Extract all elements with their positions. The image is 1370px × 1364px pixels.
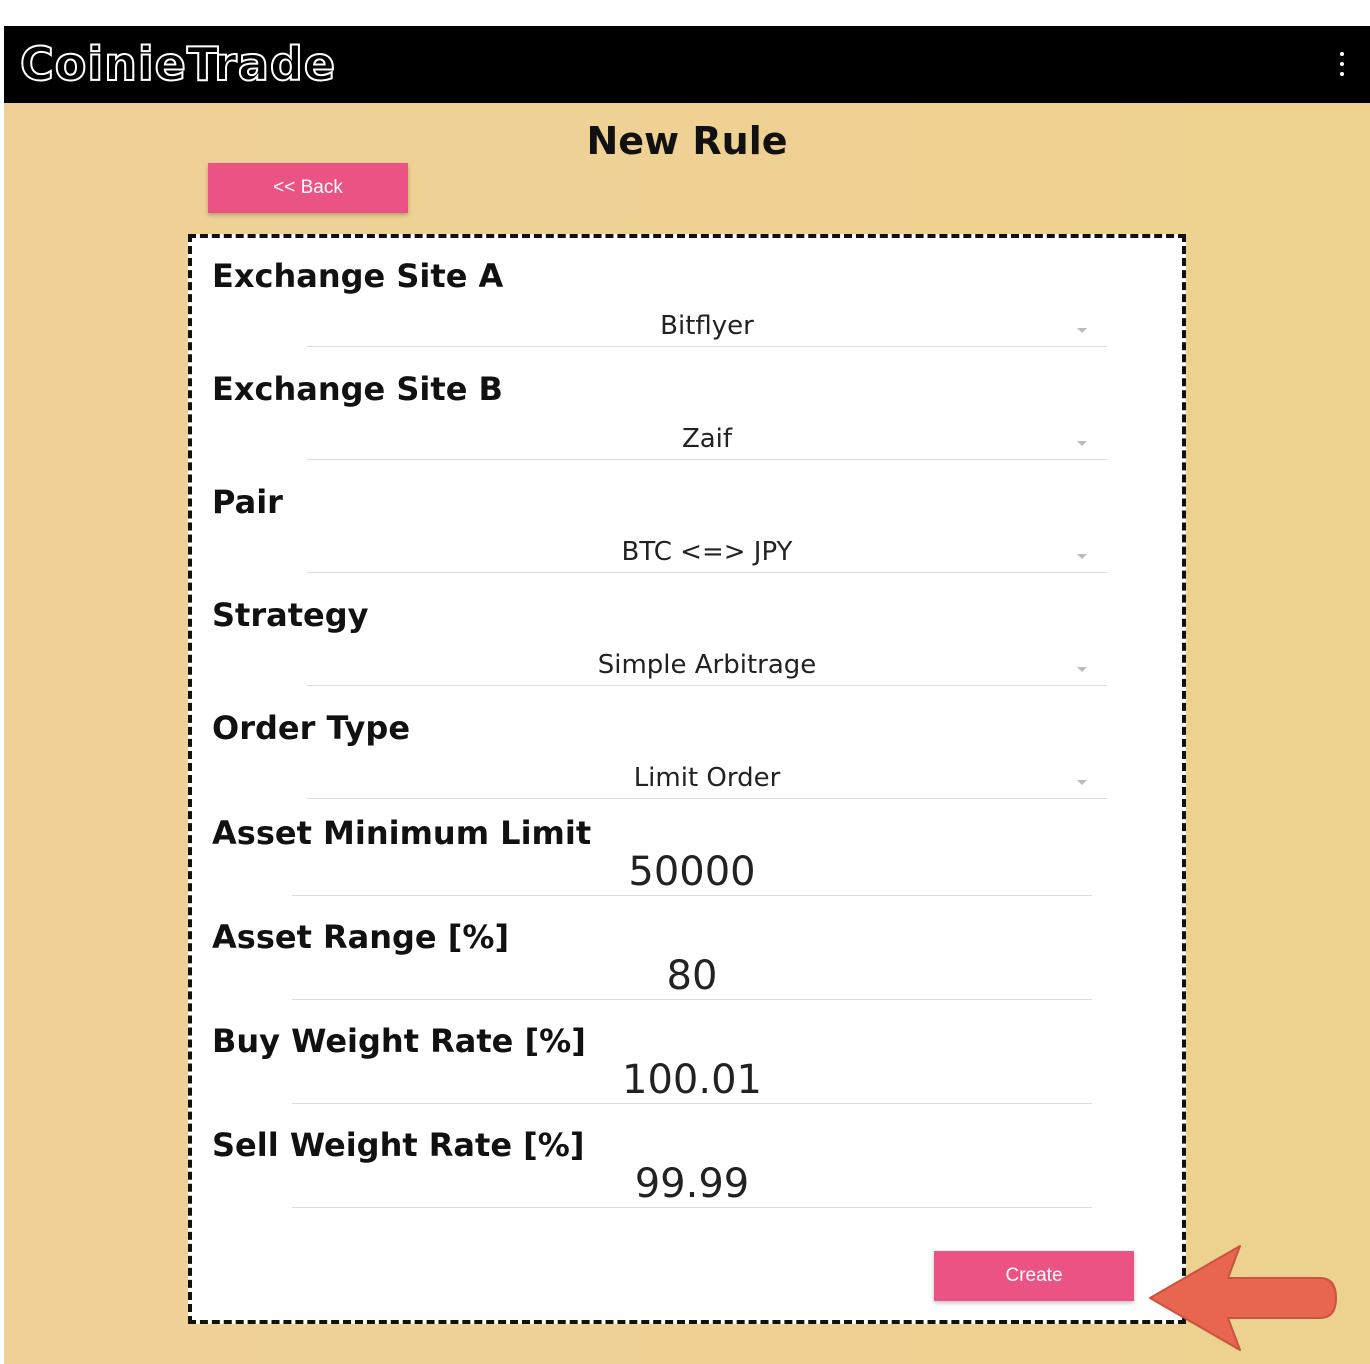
page-title: New Rule [586,119,788,163]
exchange-site-b-value: Zaif [681,424,733,454]
dropdown-caret-icon [1077,667,1087,672]
sell-weight-rate-input[interactable] [292,1161,1092,1208]
exchange-site-b-select[interactable]: Zaif [307,419,1107,460]
asset-minimum-limit-input[interactable] [292,849,1092,896]
rule-form: Exchange Site A Bitflyer Exchange Site B… [188,234,1186,1324]
exchange-site-b-label: Exchange Site B [212,370,503,408]
dropdown-caret-icon [1077,328,1087,333]
pair-select[interactable]: BTC <=> JPY [307,532,1107,573]
app-logo[interactable]: CoinieTrade [19,36,336,92]
exchange-site-a-label: Exchange Site A [212,257,504,295]
asset-range-input[interactable] [292,953,1092,1000]
back-button[interactable]: << Back [208,163,408,213]
buy-weight-rate-input[interactable] [292,1057,1092,1104]
strategy-value: Simple Arbitrage [597,650,817,680]
order-type-select[interactable]: Limit Order [307,758,1107,799]
strategy-select[interactable]: Simple Arbitrage [307,645,1107,686]
create-button[interactable]: Create [934,1251,1134,1301]
exchange-site-a-value: Bitflyer [660,311,754,341]
dropdown-caret-icon [1077,780,1087,785]
dropdown-caret-icon [1077,554,1087,559]
strategy-label: Strategy [212,596,369,634]
menu-dot [1340,62,1344,66]
dropdown-caret-icon [1077,441,1087,446]
pair-label: Pair [212,483,283,521]
exchange-site-a-select[interactable]: Bitflyer [307,306,1107,347]
top-app-bar: CoinieTrade [4,26,1370,103]
app-container: CoinieTrade New Rule << Back Exchange Si… [4,26,1370,1364]
arrow-left-icon [1149,1245,1337,1351]
menu-dot [1340,72,1344,76]
menu-dot [1340,52,1344,56]
more-vert-icon[interactable] [1336,52,1348,76]
pair-value: BTC <=> JPY [621,537,793,567]
order-type-value: Limit Order [633,763,781,793]
order-type-label: Order Type [212,709,411,747]
